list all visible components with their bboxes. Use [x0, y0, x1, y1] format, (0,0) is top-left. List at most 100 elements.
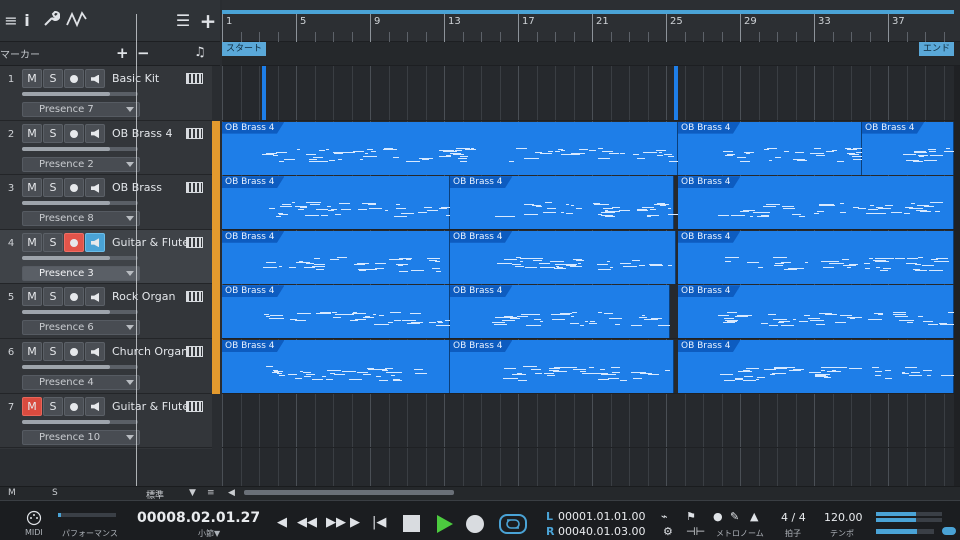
track-name[interactable]: Church Organ [112, 345, 188, 358]
tempo-value[interactable]: 120.00 [824, 511, 863, 524]
track-row[interactable]: 1 M S Basic Kit Presence 7 [0, 66, 212, 121]
track-lane[interactable] [222, 66, 954, 121]
position-unit-selector[interactable]: 小節▼ [198, 528, 220, 539]
metronome-icon[interactable]: ▲ [750, 510, 758, 524]
volume-toggle-icon[interactable] [942, 527, 956, 535]
view-mode-chevron-icon[interactable]: ▼ [189, 488, 196, 498]
play-button[interactable] [437, 515, 453, 533]
remove-marker-button[interactable]: − [137, 42, 150, 64]
loop-range-bar[interactable] [222, 10, 954, 14]
midi-part[interactable]: OB Brass 4 [222, 121, 680, 175]
mute-button[interactable]: M [22, 287, 42, 307]
monitor-button[interactable] [85, 287, 105, 307]
drum-event-part[interactable] [674, 66, 678, 120]
automation-icon[interactable] [66, 10, 88, 32]
keyboard-icon[interactable] [186, 182, 203, 194]
track-name[interactable]: Rock Organ [112, 290, 175, 303]
show-mix-button[interactable]: M [8, 488, 16, 498]
track-lane[interactable]: OB Brass 4 OB Brass 4 OB Brass 4 [222, 175, 954, 230]
track-lane[interactable] [222, 394, 954, 449]
right-locator-value[interactable]: 00040.01.03.00 [558, 525, 645, 538]
record-arm-button[interactable] [64, 178, 84, 198]
midi-part[interactable]: OB Brass 4 [450, 230, 676, 284]
instrument-preset-select[interactable]: Presence 7 [22, 102, 140, 117]
mute-button[interactable]: M [22, 123, 42, 143]
start-marker-flag[interactable]: スタート [222, 42, 267, 56]
midi-icon[interactable] [26, 510, 42, 530]
record-arm-button[interactable] [64, 396, 84, 416]
metronome-dot-icon[interactable]: ● [713, 510, 723, 524]
instrument-preset-select[interactable]: Presence 8 [22, 211, 140, 227]
stop-button[interactable] [403, 515, 420, 532]
midi-part[interactable]: OB Brass 4 [222, 285, 453, 339]
master-volume-slider[interactable] [876, 529, 934, 534]
track-volume-fader[interactable] [22, 201, 138, 206]
instrument-preset-select[interactable]: Presence 4 [22, 375, 140, 390]
show-solo-button[interactable]: S [52, 488, 58, 498]
monitor-button[interactable] [85, 178, 105, 198]
track-volume-fader[interactable] [22, 365, 138, 369]
vertical-scrollbar[interactable] [954, 66, 960, 486]
midi-part[interactable]: OB Brass 4 [222, 340, 450, 393]
timeline-ruler[interactable]: 1 5 9 13 17 21 25 29 33 37 [222, 0, 960, 42]
midi-part[interactable]: OB Brass 4 [450, 340, 674, 393]
track-volume-fader[interactable] [22, 146, 138, 151]
monitor-button[interactable] [85, 123, 105, 143]
track-lane[interactable]: OB Brass 4 OB Brass 4 OB Brass 4 [222, 230, 954, 285]
instrument-preset-select[interactable]: Presence 2 [22, 156, 140, 172]
track-volume-fader[interactable] [22, 310, 138, 315]
instrument-preset-select[interactable]: Presence 10 [22, 429, 140, 445]
add-marker-button[interactable]: + [116, 42, 129, 64]
forward-icon[interactable]: ▶▶ [326, 516, 346, 530]
marker-flag-icon[interactable]: ⚑ [686, 510, 696, 524]
track-row[interactable]: 5 M S Rock Organ Presence 6 [0, 284, 212, 339]
solo-button[interactable]: S [43, 123, 63, 143]
record-arm-button[interactable] [64, 232, 84, 252]
track-volume-fader[interactable] [22, 419, 138, 424]
arrange-view[interactable]: OB Brass 4 OB Brass 4 OB Brass 4 OB Brass 4… [222, 66, 954, 486]
midi-part[interactable]: OB Brass 4 [678, 285, 954, 339]
mute-button[interactable]: M [22, 178, 42, 198]
record-arm-button[interactable] [64, 69, 84, 88]
loop-button[interactable] [499, 514, 527, 534]
track-row[interactable]: 4 M S Guitar & Flute Presence 3 [0, 229, 212, 285]
mute-button[interactable]: M [22, 396, 42, 416]
monitor-button[interactable] [85, 342, 105, 361]
time-signature-value[interactable]: 4 / 4 [781, 511, 806, 524]
end-marker-flag[interactable]: エンド [918, 42, 954, 56]
track-row[interactable]: 2 M S OB Brass 4 Presence 2 [0, 120, 212, 176]
playhead-cursor[interactable] [136, 14, 137, 486]
drum-event-part[interactable] [262, 66, 266, 120]
keyboard-icon[interactable] [186, 73, 203, 84]
mute-button[interactable]: M [22, 232, 42, 252]
instrument-preset-select[interactable]: Presence 6 [22, 320, 140, 336]
go-to-start-icon[interactable]: |◀ [372, 516, 386, 530]
track-volume-fader[interactable] [22, 92, 138, 96]
solo-button[interactable]: S [43, 232, 63, 252]
track-lane[interactable]: OB Brass 4 OB Brass 4 OB Brass 4 [222, 339, 954, 394]
keyboard-icon[interactable] [186, 127, 203, 139]
track-volume-fader[interactable] [22, 255, 138, 260]
position-display[interactable]: 00008.02.01.27 [137, 510, 260, 526]
record-button[interactable] [466, 515, 484, 533]
track-name[interactable]: Guitar & Flute [112, 400, 189, 413]
instrument-preset-select[interactable]: Presence 3 [22, 265, 140, 281]
scroll-left-icon[interactable]: ◀ [228, 488, 235, 498]
track-name[interactable]: OB Brass 4 [112, 127, 172, 140]
record-arm-button[interactable] [64, 342, 84, 361]
midi-part[interactable]: OB Brass 4 [678, 230, 954, 284]
monitor-button[interactable] [85, 69, 105, 88]
midi-part[interactable]: OB Brass 4 [222, 230, 450, 284]
solo-button[interactable]: S [43, 178, 63, 198]
track-list-empty-area[interactable] [0, 449, 220, 486]
forward-end-icon[interactable]: ▶ [350, 516, 360, 530]
note-icon[interactable]: ♫ [194, 42, 206, 64]
list-toggle-icon[interactable]: ≡ [207, 488, 215, 498]
mute-button[interactable]: M [22, 69, 42, 88]
horizontal-scrollbar-thumb[interactable] [244, 490, 454, 495]
info-icon[interactable]: i [16, 10, 38, 32]
track-row[interactable]: 7 M S Guitar & Flute Presence 10 [0, 393, 212, 449]
solo-button[interactable]: S [43, 396, 63, 416]
midi-part[interactable]: OB Brass 4 [222, 176, 461, 230]
marker-lane[interactable]: スタート エンド [222, 42, 960, 66]
